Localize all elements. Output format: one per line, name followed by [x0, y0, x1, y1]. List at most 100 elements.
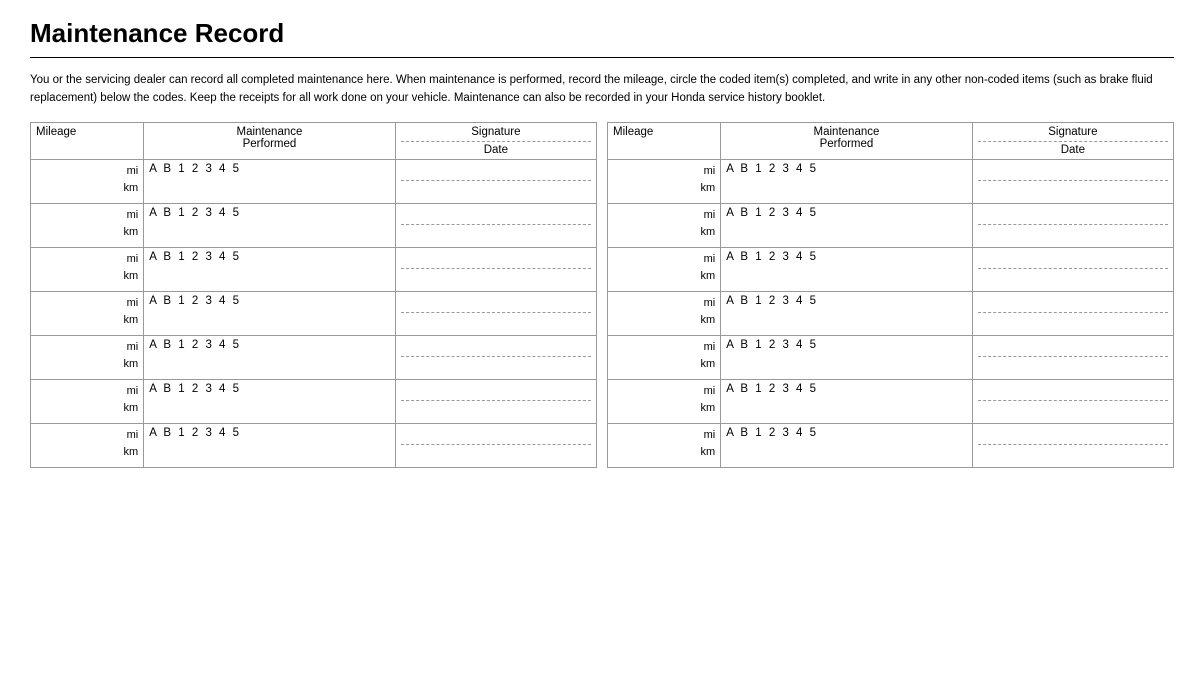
maintenance-cell: A B 1 2 3 4 5 — [144, 247, 396, 291]
maintenance-codes: A B 1 2 3 4 5 — [149, 339, 241, 351]
table-row: mikm A B 1 2 3 4 5 — [31, 291, 597, 335]
maintenance-cell: A B 1 2 3 4 5 — [721, 423, 973, 467]
maintenance-codes: A B 1 2 3 4 5 — [149, 163, 241, 175]
km-label: km — [701, 446, 716, 458]
mi-label: mi — [127, 429, 139, 441]
km-label: km — [124, 270, 139, 282]
mi-label: mi — [704, 165, 716, 177]
signature-cell — [972, 379, 1173, 423]
signature-cell — [395, 423, 596, 467]
signature-cell — [972, 291, 1173, 335]
table-row: mi km A B 1 2 3 4 5 — [31, 159, 597, 203]
maintenance-codes: A B 1 2 3 4 5 — [726, 163, 818, 175]
mi-label: mi — [127, 385, 139, 397]
km-label: km — [701, 226, 716, 238]
maintenance-cell: A B 1 2 3 4 5 — [144, 379, 396, 423]
maintenance-codes: A B 1 2 3 4 5 — [726, 427, 818, 439]
mi-label: mi — [127, 209, 139, 221]
km-label: km — [701, 358, 716, 370]
maintenance-codes: A B 1 2 3 4 5 — [726, 383, 818, 395]
maintenance-cell: A B 1 2 3 4 5 — [721, 159, 973, 203]
km-label: km — [701, 182, 716, 194]
maintenance-cell: A B 1 2 3 4 5 — [144, 335, 396, 379]
maintenance-codes: A B 1 2 3 4 5 — [149, 383, 241, 395]
mileage-cell: mi km — [31, 159, 144, 203]
mileage-cell: mi km — [608, 203, 721, 247]
mileage-cell: mi km — [31, 335, 144, 379]
table-header-row: Mileage Maintenance Performed Signature … — [608, 122, 1174, 159]
mi-label: mi — [704, 253, 716, 265]
table-row: mi km A B 1 2 3 4 5 — [31, 335, 597, 379]
right-signature-header: Signature Date — [972, 122, 1173, 159]
km-label: km — [124, 358, 139, 370]
table-row: mikm A B 1 2 3 4 5 — [608, 291, 1174, 335]
km-label: km — [701, 314, 716, 326]
signature-line — [978, 383, 1168, 401]
signature-cell — [972, 335, 1173, 379]
date-label: Date — [978, 144, 1168, 156]
km-label: km — [701, 402, 716, 414]
signature-cell — [395, 335, 596, 379]
left-record-table: Mileage Maintenance Performed Signature … — [30, 122, 597, 468]
maintenance-cell: A B 1 2 3 4 5 — [721, 379, 973, 423]
tables-wrapper: Mileage Maintenance Performed Signature … — [30, 122, 1174, 468]
signature-label: Signature — [401, 126, 591, 142]
signature-cell — [395, 291, 596, 335]
signature-line — [401, 339, 591, 357]
signature-line — [978, 339, 1168, 357]
maintenance-cell: A B 1 2 3 4 5 — [721, 247, 973, 291]
table-row: mi km A B 1 2 3 4 5 — [31, 423, 597, 467]
table-row: mikmA B 1 2 3 4 5 — [31, 203, 597, 247]
mileage-cell: mikm — [31, 291, 144, 335]
table-row: mi km A B 1 2 3 4 5 — [31, 379, 597, 423]
table-row: mikmA B 1 2 3 4 5 — [608, 247, 1174, 291]
right-maintenance-header: Maintenance Performed — [721, 122, 973, 159]
mi-label: mi — [704, 429, 716, 441]
mi-label: mi — [127, 297, 139, 309]
table-row: mikmA B 1 2 3 4 5 — [608, 379, 1174, 423]
signature-cell — [972, 247, 1173, 291]
signature-line — [401, 163, 591, 181]
mi-label: mi — [127, 341, 139, 353]
signature-line — [401, 251, 591, 269]
maintenance-cell: A B 1 2 3 4 5 — [721, 291, 973, 335]
maintenance-cell: A B 1 2 3 4 5 — [144, 203, 396, 247]
maintenance-codes: A B 1 2 3 4 5 — [149, 295, 241, 307]
maintenance-codes: A B 1 2 3 4 5 — [726, 251, 818, 263]
left-mileage-header: Mileage — [31, 122, 144, 159]
table-row: mi km A B 1 2 3 4 5 — [608, 423, 1174, 467]
maintenance-codes: A B 1 2 3 4 5 — [149, 427, 241, 439]
left-signature-header: Signature Date — [395, 122, 596, 159]
signature-line — [401, 427, 591, 445]
mi-label: mi — [704, 209, 716, 221]
signature-cell — [395, 379, 596, 423]
maintenance-codes: A B 1 2 3 4 5 — [726, 207, 818, 219]
signature-line — [978, 427, 1168, 445]
mi-label: mi — [704, 341, 716, 353]
title-divider — [30, 57, 1174, 58]
page-title: Maintenance Record — [30, 18, 1174, 49]
maintenance-cell: A B 1 2 3 4 5 — [144, 159, 396, 203]
date-label: Date — [401, 144, 591, 156]
table-header-row: Mileage Maintenance Performed Signature … — [31, 122, 597, 159]
right-mileage-header: Mileage — [608, 122, 721, 159]
mileage-cell: mikm — [608, 291, 721, 335]
maintenance-cell: A B 1 2 3 4 5 — [144, 291, 396, 335]
signature-line — [978, 251, 1168, 269]
mileage-cell: mikm — [31, 203, 144, 247]
signature-line — [401, 295, 591, 313]
maintenance-codes: A B 1 2 3 4 5 — [726, 295, 818, 307]
mi-label: mi — [127, 253, 139, 265]
intro-text: You or the servicing dealer can record a… — [30, 72, 1174, 108]
mileage-cell: mi km — [608, 423, 721, 467]
km-label: km — [124, 402, 139, 414]
table-row: mi km A B 1 2 3 4 5 — [608, 159, 1174, 203]
right-record-table: Mileage Maintenance Performed Signature … — [607, 122, 1174, 468]
mi-label: mi — [127, 165, 139, 177]
maintenance-cell: A B 1 2 3 4 5 — [721, 335, 973, 379]
table-row: mi km A B 1 2 3 4 5 — [31, 247, 597, 291]
signature-cell — [972, 423, 1173, 467]
km-label: km — [124, 446, 139, 458]
km-label: km — [124, 182, 139, 194]
signature-line — [401, 207, 591, 225]
